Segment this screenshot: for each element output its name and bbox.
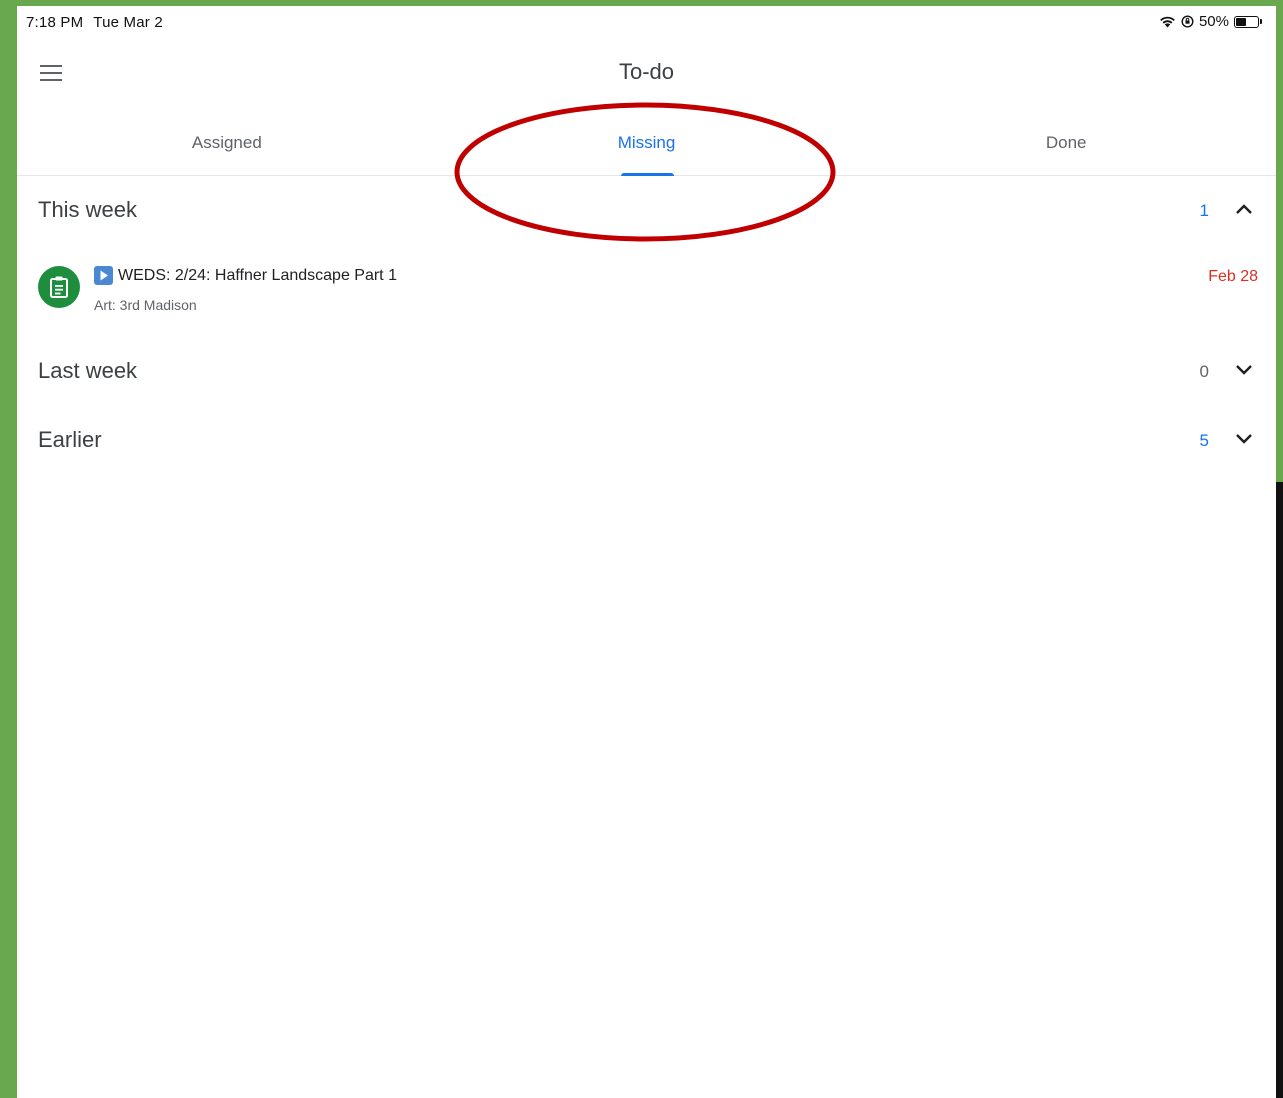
tab-bar: Assigned Missing Done — [17, 116, 1276, 176]
status-time-text: 7:18 PM — [26, 14, 84, 31]
tab-missing-label: Missing — [617, 133, 676, 152]
status-indicators: 50% — [1159, 13, 1262, 30]
active-tab-indicator — [620, 173, 674, 176]
section-last-week[interactable]: Last week 0 — [17, 350, 1276, 392]
assignment-title: WEDS: 2/24: Haffner Landscape Part 1 — [118, 267, 397, 284]
section-earlier-title: Earlier — [38, 427, 102, 452]
battery-fill — [1236, 17, 1246, 26]
section-last-week-count: 0 — [1199, 362, 1209, 381]
assignment-due-date: Feb 28 — [1208, 268, 1258, 285]
page-title: To-do — [618, 59, 675, 84]
section-this-week[interactable]: This week 1 — [17, 189, 1276, 231]
frame-right-edge-dark — [1276, 482, 1283, 1098]
tab-assigned-label: Assigned — [191, 133, 262, 152]
battery-nub — [1260, 19, 1262, 24]
tab-done[interactable]: Done — [856, 116, 1276, 175]
section-earlier[interactable]: Earlier 5 — [17, 419, 1276, 461]
tab-assigned[interactable]: Assigned — [17, 116, 437, 175]
status-date: Tue Mar 2 — [93, 14, 163, 31]
battery-icon — [1234, 15, 1259, 28]
chevron-up-icon[interactable] — [1235, 203, 1253, 215]
status-bar: 7:18 PM Tue Mar 2 50% — [17, 6, 1276, 38]
classroom-app-screen: 7:18 PM Tue Mar 2 50% To-do Assigned Mis… — [17, 6, 1276, 1098]
orientation-lock-icon — [1181, 15, 1194, 28]
assignment-item[interactable]: WEDS: 2/24: Haffner Landscape Part 1 Art… — [17, 256, 1276, 320]
wifi-icon — [1160, 16, 1175, 28]
chevron-down-icon[interactable] — [1235, 433, 1253, 445]
tab-done-label: Done — [1045, 133, 1087, 152]
chevron-down-icon[interactable] — [1235, 364, 1253, 376]
section-this-week-title: This week — [38, 197, 138, 222]
status-time: 7:18 PM Tue Mar 2 — [26, 14, 163, 31]
section-earlier-count: 5 — [1199, 431, 1209, 450]
assignment-class: Art: 3rd Madison — [94, 297, 197, 313]
tab-missing[interactable]: Missing — [437, 116, 857, 176]
play-icon — [94, 266, 113, 285]
section-this-week-count: 1 — [1199, 201, 1209, 220]
battery-percent: 50% — [1198, 13, 1229, 30]
assignment-icon — [38, 266, 80, 308]
section-last-week-title: Last week — [38, 358, 138, 383]
